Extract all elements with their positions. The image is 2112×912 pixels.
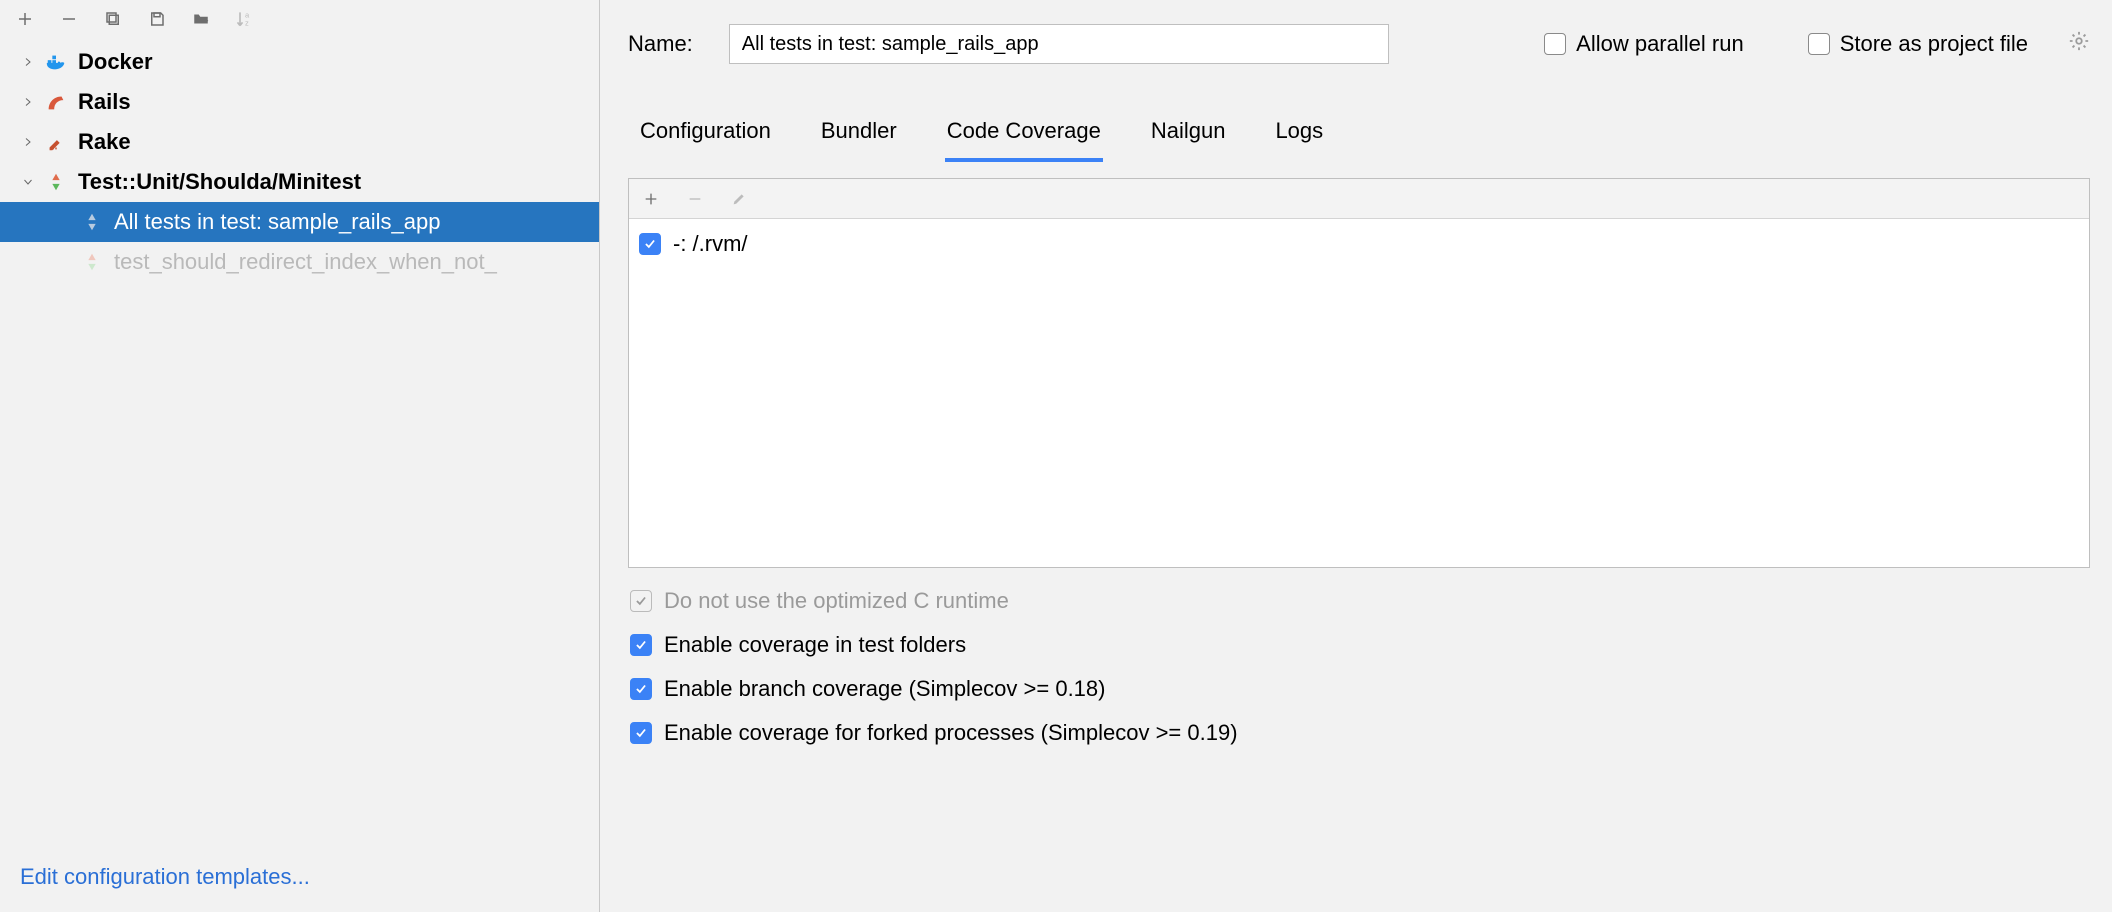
- tree-label: Rake: [78, 129, 131, 155]
- option-label: Enable coverage in test folders: [664, 632, 966, 658]
- filters-panel: -: /.rvm/: [628, 178, 2090, 568]
- tree-node-rake[interactable]: Rake: [0, 122, 599, 162]
- add-icon[interactable]: [14, 8, 36, 30]
- tab-code-coverage[interactable]: Code Coverage: [945, 112, 1103, 162]
- checkbox-label: Allow parallel run: [1576, 31, 1744, 57]
- test-config-icon: [80, 250, 104, 274]
- edit-filter-icon[interactable]: [729, 189, 749, 209]
- option-label: Enable branch coverage (Simplecov >= 0.1…: [664, 676, 1105, 702]
- chevron-right-icon: [18, 92, 38, 112]
- chevron-down-icon: [18, 172, 38, 192]
- test-icon: [44, 170, 68, 194]
- folder-icon[interactable]: [190, 8, 212, 30]
- add-filter-icon[interactable]: [641, 189, 661, 209]
- chevron-right-icon: [18, 52, 38, 72]
- tab-nailgun[interactable]: Nailgun: [1149, 112, 1228, 162]
- docker-icon: [44, 50, 68, 74]
- remove-filter-icon[interactable]: [685, 189, 705, 209]
- name-input[interactable]: [729, 24, 1389, 64]
- filter-item[interactable]: -: /.rvm/: [639, 227, 2079, 261]
- opt-no-optimized-c: Do not use the optimized C runtime: [630, 588, 2090, 614]
- gear-icon[interactable]: [2068, 30, 2090, 58]
- opt-enable-forked[interactable]: Enable coverage for forked processes (Si…: [630, 720, 2090, 746]
- opt-enable-coverage-test[interactable]: Enable coverage in test folders: [630, 632, 2090, 658]
- main-panel: Name: Allow parallel run Store as projec…: [600, 0, 2112, 912]
- option-label: Enable coverage for forked processes (Si…: [664, 720, 1238, 746]
- rails-icon: [44, 90, 68, 114]
- checkbox-icon[interactable]: [630, 722, 652, 744]
- chevron-right-icon: [18, 132, 38, 152]
- sidebar-footer: Edit configuration templates...: [0, 850, 599, 912]
- checkbox-icon: [1544, 33, 1566, 55]
- config-tree: Docker Rails Rake: [0, 36, 599, 850]
- tree-label: test_should_redirect_index_when_not_: [114, 249, 497, 275]
- tab-configuration[interactable]: Configuration: [638, 112, 773, 162]
- opt-enable-branch[interactable]: Enable branch coverage (Simplecov >= 0.1…: [630, 676, 2090, 702]
- tab-logs[interactable]: Logs: [1273, 112, 1325, 162]
- allow-parallel-checkbox[interactable]: Allow parallel run: [1544, 31, 1744, 57]
- edit-templates-link[interactable]: Edit configuration templates...: [20, 864, 310, 889]
- tree-node-redirect-test[interactable]: test_should_redirect_index_when_not_: [0, 242, 599, 282]
- test-config-icon: [80, 210, 104, 234]
- tree-label: All tests in test: sample_rails_app: [114, 209, 441, 235]
- tree-node-docker[interactable]: Docker: [0, 42, 599, 82]
- tab-bundler[interactable]: Bundler: [819, 112, 899, 162]
- filters-list: -: /.rvm/: [629, 219, 2089, 567]
- tabs: Configuration Bundler Code Coverage Nail…: [628, 112, 2090, 162]
- remove-icon[interactable]: [58, 8, 80, 30]
- filter-label: -: /.rvm/: [673, 231, 748, 257]
- tree-label: Rails: [78, 89, 131, 115]
- tree-node-rails[interactable]: Rails: [0, 82, 599, 122]
- name-row: Name: Allow parallel run Store as projec…: [628, 24, 2090, 64]
- checkbox-icon[interactable]: [630, 678, 652, 700]
- checkbox-icon[interactable]: [639, 233, 661, 255]
- checkbox-icon: [1808, 33, 1830, 55]
- save-icon[interactable]: [146, 8, 168, 30]
- sidebar-toolbar: az: [0, 0, 599, 36]
- name-label: Name:: [628, 31, 693, 57]
- sidebar: az Docker Rails: [0, 0, 600, 912]
- checkbox-icon[interactable]: [630, 634, 652, 656]
- tree-label: Test::Unit/Shoulda/Minitest: [78, 169, 361, 195]
- tree-node-testunit[interactable]: Test::Unit/Shoulda/Minitest: [0, 162, 599, 202]
- checkbox-icon: [630, 590, 652, 612]
- store-project-checkbox[interactable]: Store as project file: [1808, 31, 2028, 57]
- sort-az-icon[interactable]: az: [234, 8, 256, 30]
- tree-label: Docker: [78, 49, 153, 75]
- checkbox-label: Store as project file: [1840, 31, 2028, 57]
- option-label: Do not use the optimized C runtime: [664, 588, 1009, 614]
- coverage-options: Do not use the optimized C runtime Enabl…: [628, 588, 2090, 746]
- svg-text:z: z: [245, 19, 249, 28]
- copy-icon[interactable]: [102, 8, 124, 30]
- filters-toolbar: [629, 179, 2089, 219]
- tree-node-all-tests[interactable]: All tests in test: sample_rails_app: [0, 202, 599, 242]
- rake-icon: [44, 130, 68, 154]
